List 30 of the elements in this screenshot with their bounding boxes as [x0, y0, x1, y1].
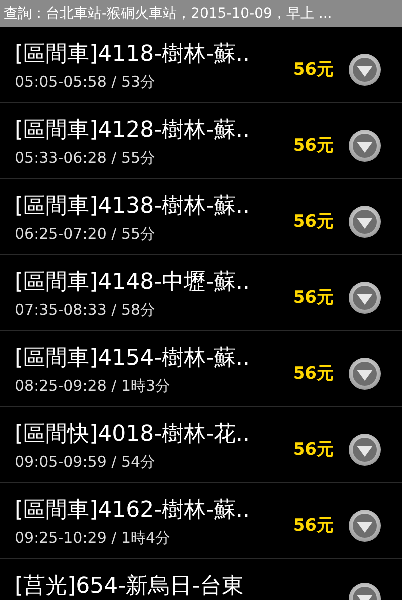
train-time: 05:05-05:58 / 53分 — [15, 72, 157, 90]
fare-price: 56元 — [293, 438, 334, 462]
train-title[interactable]: [區間車]4154-樹林-蘇.. — [15, 344, 294, 372]
train-title[interactable]: [區間車]4118-樹林-蘇.. — [15, 40, 294, 68]
train-time: 08:25-09:28 / 1時3分 — [15, 376, 172, 394]
dropdown-icon[interactable] — [348, 356, 382, 390]
train-time: 09:05-09:59 / 54分 — [15, 452, 157, 470]
dropdown-icon[interactable] — [348, 280, 382, 314]
train-time: 06:25-07:20 / 55分 — [15, 224, 157, 242]
dropdown-icon[interactable] — [348, 432, 382, 466]
fare-price: 56元 — [293, 514, 334, 538]
train-time: 09:25-10:29 / 1時4分 — [15, 528, 172, 546]
train-title[interactable]: [區間車]4162-樹林-蘇.. — [15, 496, 294, 524]
fare-price: 56元 — [293, 134, 334, 158]
dropdown-icon[interactable] — [348, 204, 382, 238]
train-title[interactable]: [區間快]4018-樹林-花.. — [15, 420, 294, 448]
fare-price: 56元 — [293, 286, 334, 310]
fare-price: 56元 — [293, 210, 334, 234]
fare-price: 56元 — [293, 362, 334, 386]
train-time: 05:33-06:28 / 55分 — [15, 148, 157, 166]
train-time: 07:35-08:33 / 58分 — [15, 300, 157, 318]
train-title[interactable]: [莒光]654-新烏日-台東 — [15, 574, 293, 599]
dropdown-icon[interactable] — [348, 128, 382, 162]
fare-price: 56元 — [293, 58, 334, 82]
train-title[interactable]: [區間車]4128-樹林-蘇.. — [15, 116, 294, 144]
train-title[interactable]: [區間車]4148-中壢-蘇.. — [15, 268, 294, 296]
train-title[interactable]: [區間車]4138-樹林-蘇.. — [15, 192, 294, 220]
dropdown-icon[interactable] — [348, 52, 382, 86]
dropdown-icon[interactable] — [348, 508, 382, 542]
query-title: 查詢：台北車站-猴硐火車站，2015-10-09，早上 ... — [4, 6, 332, 20]
